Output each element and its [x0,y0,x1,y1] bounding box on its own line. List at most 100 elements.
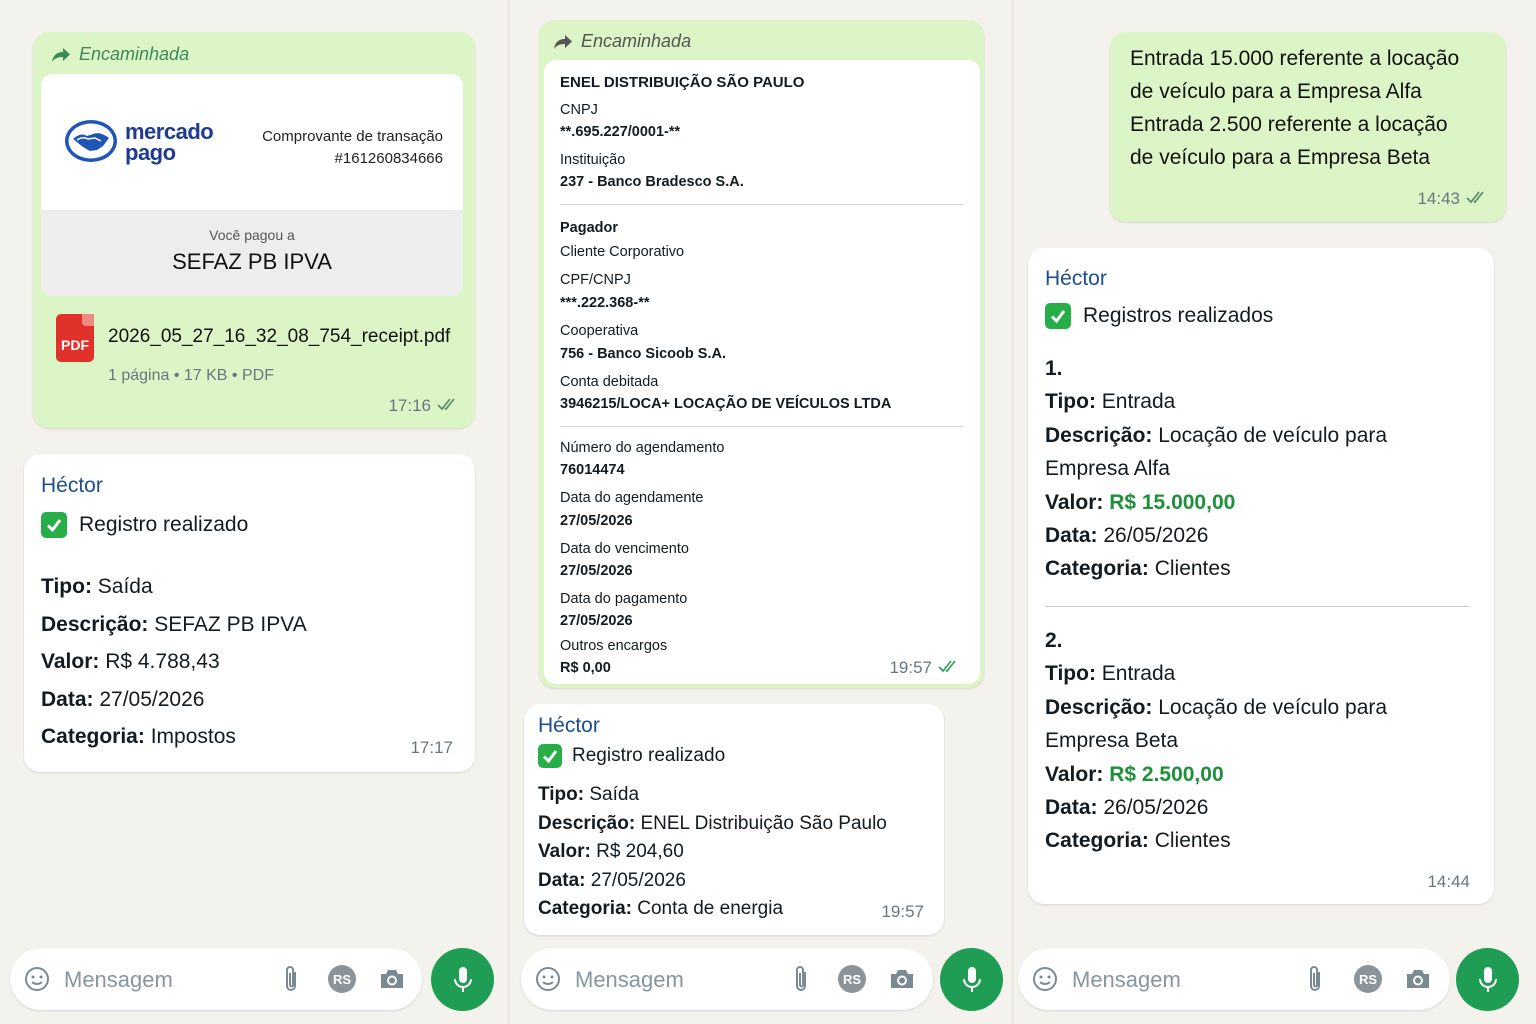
message-input[interactable]: Mensagem [64,967,173,993]
microphone-button[interactable] [431,948,494,1011]
status-line: Registro realizado [41,512,248,538]
microphone-button[interactable] [1456,948,1519,1011]
categoria-row: Categoria: Impostos [41,725,236,748]
data-row: Data: 27/05/2026 [538,869,686,891]
data-vencimento-label: Data do vencimento [560,541,689,557]
message-composer[interactable]: Mensagem RS [10,948,422,1010]
emoji-icon[interactable] [1032,966,1058,992]
sender-name: Héctor [538,714,600,737]
forwarded-label: Encaminhada [581,31,692,51]
pdf-attachment[interactable]: PDF 2026_05_27_16_32_08_754_receipt.pdf … [53,312,463,392]
check-mark-icon [538,744,562,768]
record-item-1: 1. Tipo: Entrada Descrição: Locação de v… [1045,352,1387,586]
text-line-3: Entrada 2.500 referente a locação [1130,113,1448,136]
double-check-icon [938,658,960,678]
status-text: Registro realizado [572,745,726,766]
time-text: 17:16 [388,396,431,415]
outros-encargos-label: Outros encargos [560,638,668,654]
instituicao-label: Instituição [560,152,626,168]
categoria-row: Categoria: Clientes [1045,557,1231,581]
tipo-row: Tipo: Entrada [1045,662,1176,686]
text-line-2: de veículo para a Empresa Alfa [1130,80,1422,103]
status-line: Registros realizados [1045,303,1273,329]
item-number: 1. [1045,357,1063,380]
tipo-row: Tipo: Entrada [1045,390,1176,414]
file-name: 2026_05_27_16_32_08_754_receipt.pdf [108,326,451,347]
valor-row: Valor: R$ 204,60 [538,841,684,862]
forward-icon [52,47,70,62]
data-pagamento-label: Data do pagamento [560,591,688,607]
data-vencimento-value: 27/05/2026 [560,563,633,579]
company-name: ENEL DISTRIBUIÇÃO SÃO PAULO [560,74,805,91]
message-input[interactable]: Mensagem [1072,967,1181,993]
pagador-label: Pagador [560,220,619,236]
message-time: 17:17 [410,738,453,757]
conta-value: 3946215/LOCA+ LOCAÇÃO DE VEÍCULOS LTDA [560,396,892,412]
time-text: 14:43 [1417,189,1460,208]
outros-encargos-value: R$ 0,00 [560,660,611,676]
microphone-button[interactable] [940,948,1003,1011]
bot-reply-message[interactable]: Héctor Registros realizados 1. Tipo: Ent… [1028,248,1494,904]
file-meta: 1 página • 17 KB • PDF [108,367,274,384]
message-input[interactable]: Mensagem [575,967,684,993]
text-line-4: de veículo para a Empresa Beta [1130,146,1431,169]
forwarded-receipt-message[interactable]: Encaminhada ENEL DISTRIBUIÇÃO SÃO PAULO … [539,20,984,688]
transaction-id: #161260834666 [334,150,443,167]
camera-icon[interactable] [888,966,916,992]
currency-icon[interactable]: RS [838,965,866,993]
record-item-2: 2. Tipo: Entrada Descrição: Locação de v… [1045,624,1387,858]
descricao-row: Descrição: Locação de veículo para [1045,423,1388,447]
bot-reply-message[interactable]: Héctor Registro realizado Tipo: Saída De… [524,704,944,935]
descricao-row-cont: Empresa Beta [1045,729,1179,753]
receipt-title: Comprovante de transação [262,128,443,145]
camera-icon[interactable] [1404,966,1432,992]
numero-value: 76014474 [560,462,625,478]
double-check-icon [437,396,459,416]
descricao-row: Descrição: SEFAZ PB IPVA [41,612,307,636]
tipo-row: Tipo: Saída [538,784,640,805]
sender-name: Héctor [41,474,103,497]
pdf-badge: PDF [61,337,89,353]
receipt-card[interactable]: mercado pago Comprovante de transação #1… [41,74,463,296]
time-text: 19:57 [889,658,932,677]
payee-section: Você pagou a SEFAZ PB IPVA [41,210,463,296]
data-agendamento-label: Data do agendamente [560,490,704,506]
tipo-row: Tipo: Saída [41,575,153,598]
divider [1045,606,1469,607]
data-pagamento-value: 27/05/2026 [560,613,633,629]
numero-label: Número do agendamento [560,440,725,456]
valor-row: Valor: R$ 15.000,00 [1045,490,1236,514]
data-row: Data: 26/05/2026 [1045,796,1209,820]
brand-line-1: mercado [125,119,214,144]
data-row: Data: 26/05/2026 [1045,524,1209,548]
status-text: Registro realizado [79,513,249,536]
message-time: 17:16 [388,396,459,416]
message-composer[interactable]: Mensagem RS [1018,948,1450,1010]
valor-row: Valor: R$ 4.788,43 [41,650,220,673]
chat-panel-1: Encaminhada mercado pago Comprovante de … [0,0,508,1024]
forwarded-receipt-message[interactable]: Encaminhada mercado pago Comprovante de … [33,32,475,428]
cooperativa-label: Cooperativa [560,323,639,339]
message-composer[interactable]: Mensagem RS [521,948,933,1010]
outgoing-message[interactable]: Entrada 15.000 referente a locação de ve… [1110,32,1506,222]
pdf-icon: PDF [56,314,94,362]
message-time: 14:44 [1427,872,1470,891]
status-text: Registros realizados [1083,304,1274,327]
attach-icon[interactable] [280,964,302,994]
forwarded-indicator: Encaminhada [51,44,189,65]
bot-reply-message[interactable]: Héctor Registro realizado Tipo: Saída De… [24,454,475,772]
cooperativa-value: 756 - Banco Sicoob S.A. [560,346,726,362]
currency-icon[interactable]: RS [1354,965,1382,993]
data-agendamento-value: 27/05/2026 [560,513,633,529]
emoji-icon[interactable] [24,966,50,992]
descricao-row: Descrição: Locação de veículo para [1045,695,1388,719]
camera-icon[interactable] [378,966,406,992]
emoji-icon[interactable] [535,966,561,992]
payment-receipt-card[interactable]: ENEL DISTRIBUIÇÃO SÃO PAULO CNPJ **.695.… [544,60,980,684]
attach-icon[interactable] [1304,964,1326,994]
record-details: Tipo: Saída Descrição: ENEL Distribuição… [538,781,887,924]
payee-name: SEFAZ PB IPVA [172,249,332,274]
attach-icon[interactable] [790,964,812,994]
currency-icon[interactable]: RS [328,965,356,993]
divider [560,426,964,427]
